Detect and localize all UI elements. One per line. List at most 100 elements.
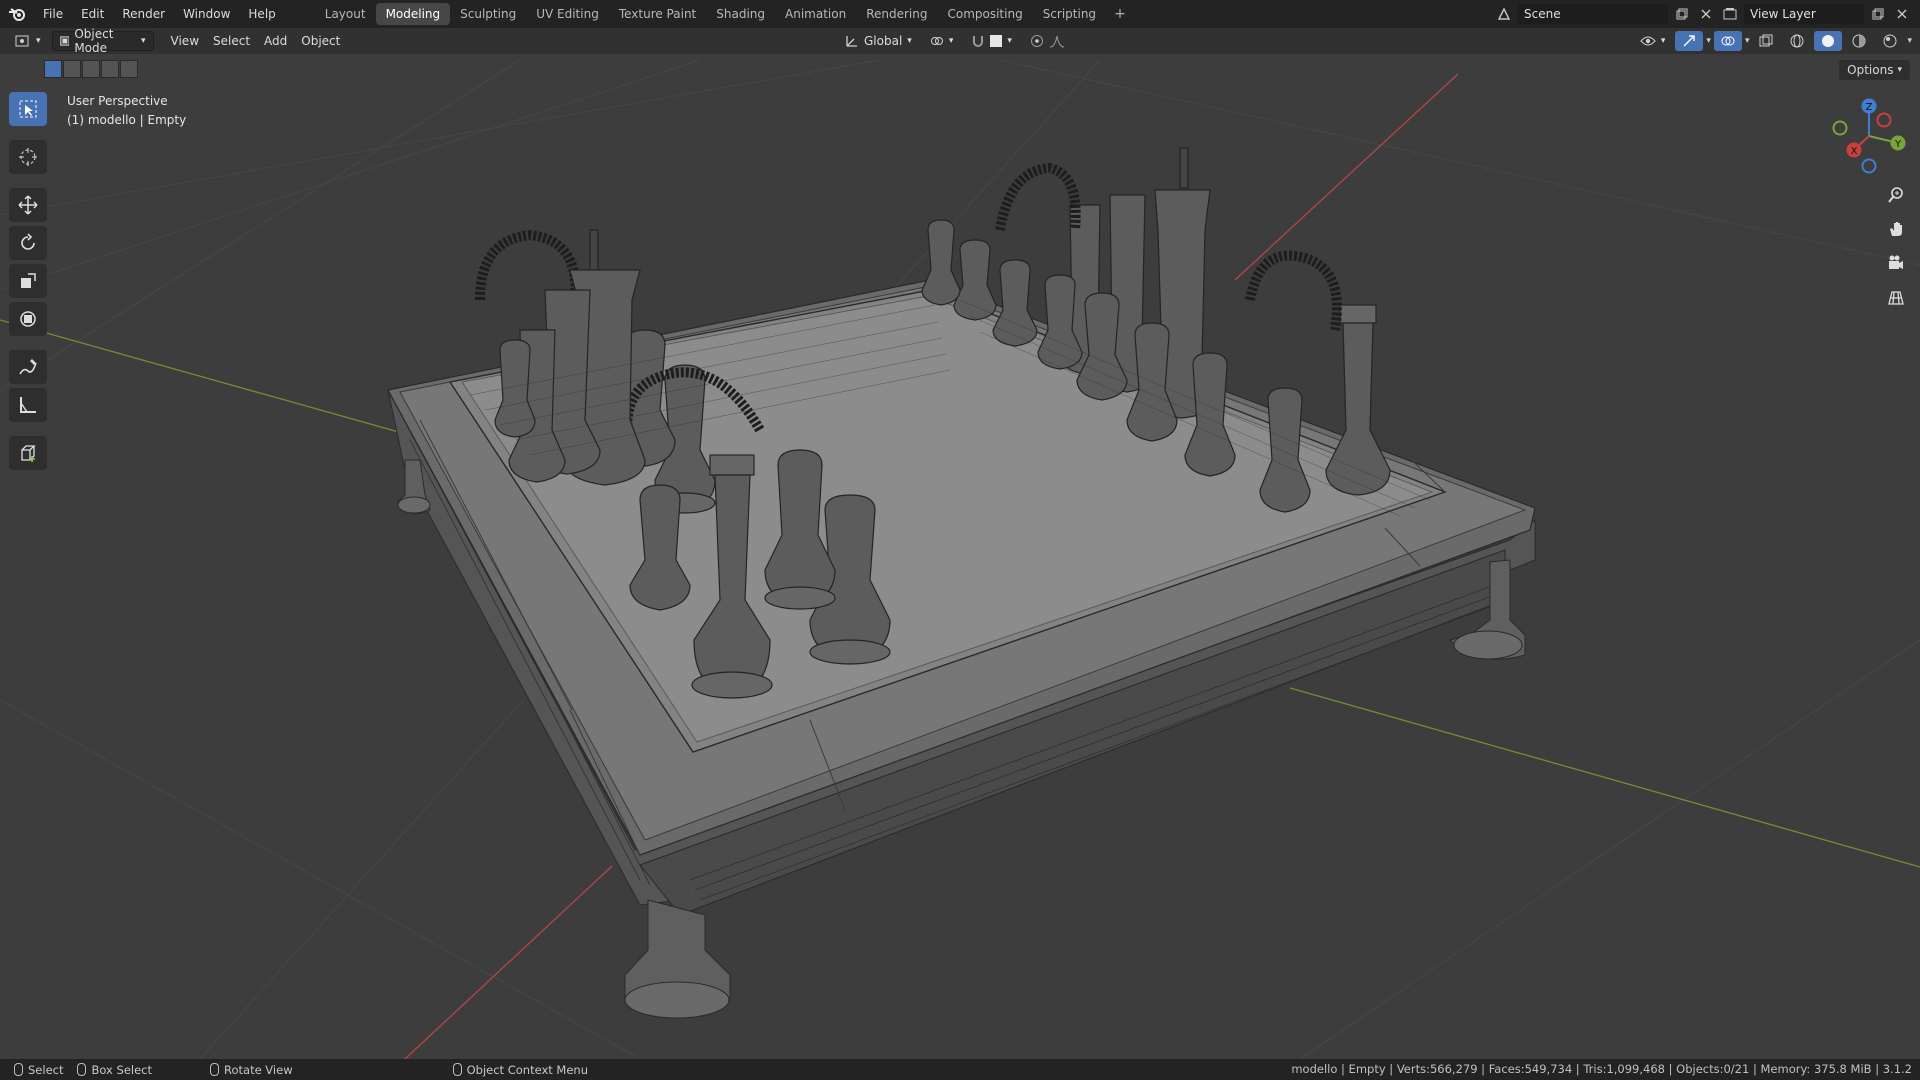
solid-sphere-icon [1822,35,1835,47]
select-subtract-icon[interactable] [82,60,100,78]
select-invert-icon[interactable] [101,60,119,78]
view-layer-icon[interactable] [1720,4,1740,24]
object-mode-icon [59,36,70,46]
pivot-selector[interactable]: ▾ [923,31,961,51]
navigation-gizmo[interactable]: Z Y X [1822,94,1916,174]
select-menu[interactable]: Select [206,31,257,51]
new-scene-icon[interactable] [1672,4,1692,24]
neg-y-axis-icon[interactable] [1832,120,1848,136]
tab-sculpting[interactable]: Sculpting [450,3,526,25]
pivot-icon [930,37,943,45]
transform-settings: Global ▾ ▾ ▾ [838,31,1072,51]
camera-icon[interactable] [1880,250,1912,276]
tab-compositing[interactable]: Compositing [937,3,1032,25]
tab-texture-paint[interactable]: Texture Paint [609,3,706,25]
mouse-right-icon [452,1063,462,1076]
delete-scene-icon[interactable] [1696,4,1716,24]
cursor-icon[interactable] [9,140,47,174]
proportional-edit-toggle[interactable] [1023,31,1072,51]
pawn-piece[interactable] [992,259,1038,347]
new-view-layer-icon[interactable] [1868,4,1888,24]
status-context-menu-label: Object Context Menu [466,1062,588,1077]
orientation-selector[interactable]: Global ▾ [838,31,919,51]
add-cube-icon[interactable] [9,436,47,470]
add-menu[interactable]: Add [257,31,294,51]
mode-selector[interactable]: Object Mode ▾ [51,27,154,55]
active-object-info: (1) modello | Empty [67,113,187,127]
snap-toggle[interactable]: ▾ [964,31,1019,51]
blender-logo-icon[interactable] [0,0,34,28]
tab-uv-editing[interactable]: UV Editing [526,3,609,25]
solid-shading-button[interactable] [1814,31,1843,51]
viewport-header: ▾ Object Mode ▾ View Select Add Object G… [0,27,1920,55]
editor-type-icon[interactable]: ▾ [8,31,48,51]
chevron-down-icon[interactable]: ▾ [1745,36,1750,46]
viewport-display-controls: ▾ ▾ ▾ ▾ [1633,31,1912,51]
zoom-icon[interactable] [1880,182,1912,208]
pan-hand-icon[interactable] [1880,216,1912,242]
tab-animation[interactable]: Animation [775,3,856,25]
eye-icon [1640,36,1656,46]
overlays-icon [1721,36,1735,46]
chevron-down-icon[interactable]: ▾ [1706,36,1711,46]
tab-shading[interactable]: Shading [706,3,775,25]
x-axis-line [1234,73,1459,281]
add-workspace-button[interactable]: + [1106,6,1134,22]
overlays-toggle[interactable] [1713,31,1742,51]
delete-view-layer-icon[interactable] [1892,4,1912,24]
status-rotate-view: Rotate View [210,1063,293,1077]
chevron-down-icon: ▾ [36,36,41,46]
rendered-sphere-icon [1883,34,1897,48]
scene-field[interactable]: Scene [1518,4,1668,24]
y-axis-line [0,319,421,439]
status-select-label: Select [28,1062,64,1077]
menu-edit[interactable]: Edit [72,3,113,25]
tab-scripting[interactable]: Scripting [1033,3,1106,25]
rotate-icon[interactable] [9,226,47,260]
tab-modeling[interactable]: Modeling [375,3,451,25]
status-select: Select [14,1063,63,1077]
transform-icon[interactable] [9,302,47,336]
neg-z-axis-icon[interactable] [1861,158,1877,174]
scale-icon[interactable] [9,264,47,298]
chevron-down-icon[interactable]: ▾ [1907,36,1912,46]
scene-name: Scene [1524,7,1561,21]
rook-piece[interactable] [1325,304,1391,496]
3d-viewport[interactable]: User Perspective (1) modello | Empty [0,54,1920,1059]
ortho-grid-icon[interactable] [1880,284,1912,310]
mouse-drag-icon [77,1063,87,1076]
gizmo-icon [1683,35,1696,47]
object-menu[interactable]: Object [294,31,347,51]
select-extend-icon[interactable] [63,60,81,78]
pawn-piece[interactable] [953,239,997,321]
gizmo-toggle[interactable] [1675,31,1704,51]
x-axis-line [404,865,613,1059]
chevron-down-icon: ▾ [1660,36,1666,46]
scene-icon[interactable] [1494,4,1514,24]
menu-file[interactable]: File [34,3,72,25]
wireframe-shading-button[interactable] [1783,31,1811,51]
visibility-selector[interactable]: ▾ [1633,31,1673,51]
select-intersect-icon[interactable] [120,60,138,78]
options-dropdown[interactable]: Options ▾ [1839,60,1910,80]
neg-x-axis-icon[interactable] [1876,112,1892,128]
orientation-icon [846,36,857,47]
xray-toggle[interactable] [1752,31,1780,51]
tab-rendering[interactable]: Rendering [856,3,937,25]
material-shading-button[interactable] [1845,31,1873,51]
rendered-shading-button[interactable] [1876,31,1904,51]
view-layer-name: View Layer [1750,7,1816,21]
menu-window[interactable]: Window [174,3,239,25]
select-box-icon[interactable] [9,92,47,126]
menu-help[interactable]: Help [239,3,284,25]
pawn-piece[interactable] [921,219,961,306]
select-new-icon[interactable] [44,60,62,78]
status-box-select: Box Select [77,1063,152,1077]
view-layer-field[interactable]: View Layer [1744,4,1864,24]
menu-render[interactable]: Render [113,3,174,25]
annotate-icon[interactable] [9,350,47,384]
view-menu[interactable]: View [164,31,206,51]
tab-layout[interactable]: Layout [315,3,376,25]
move-icon[interactable] [9,188,47,222]
measure-icon[interactable] [9,388,47,422]
